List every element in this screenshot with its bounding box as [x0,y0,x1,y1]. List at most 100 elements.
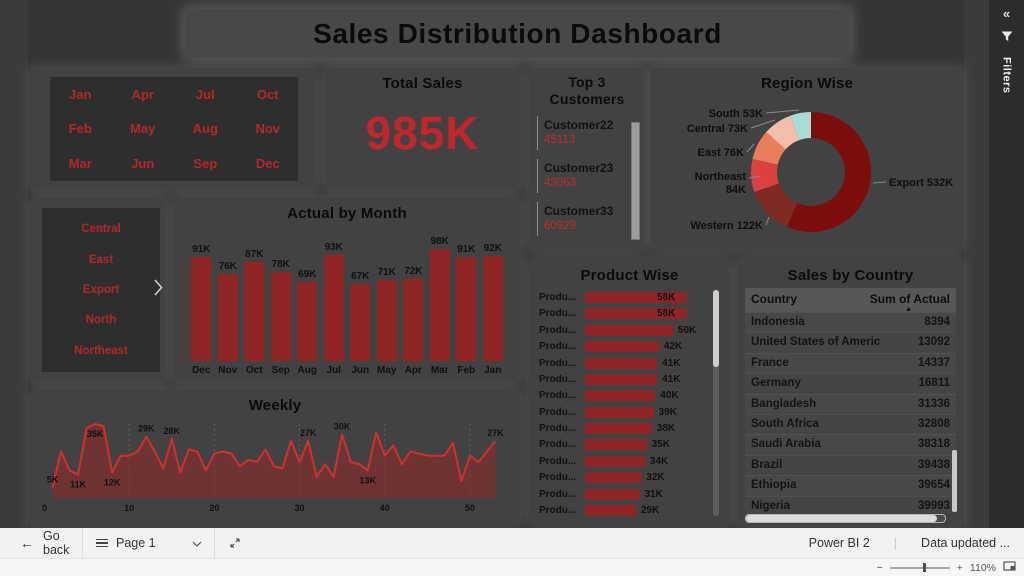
bar[interactable] [297,282,317,361]
table-vertical-scrollbar[interactable] [952,450,957,512]
expand-pane-icon[interactable]: « [1003,6,1010,21]
donut-label-western: Western 122K [690,220,763,232]
filters-pane-label[interactable]: Filters [1001,57,1013,94]
bar-category-label: Mar [431,365,449,376]
region-slicer-item[interactable]: Northeast [74,345,128,357]
month-slicer-item[interactable]: Apr [113,77,174,112]
table-row[interactable]: Brazil39438 [745,455,956,475]
scrollbar-thumb[interactable] [746,515,937,522]
table-row[interactable]: Indonesia8394 [745,312,956,332]
bar[interactable] [244,262,264,361]
total-sales-title: Total Sales [325,68,520,92]
region-wise-title: Region Wise [651,68,963,92]
product-category-label: Produ... [539,456,585,467]
bar[interactable] [585,341,659,352]
page-list-icon [96,539,108,548]
bar[interactable] [377,280,397,361]
table-row[interactable]: Nigeria39993 [745,496,956,513]
country-cell: Ethiopia [751,476,880,495]
table-row[interactable]: France14337 [745,353,956,373]
bar[interactable] [191,257,211,361]
month-slicer-item[interactable]: May [113,112,174,147]
bar-category-label: Feb [457,365,475,376]
bar[interactable] [271,272,291,361]
zoom-slider[interactable] [890,567,950,569]
scrollbar-thumb[interactable] [713,290,719,367]
table-horizontal-scrollbar[interactable] [745,514,946,523]
table-row[interactable]: Germany16811 [745,373,956,393]
month-slicer-item[interactable]: Jul [175,77,236,112]
product-bar-row: Produ...41K [539,356,704,371]
zoom-out-button[interactable]: − [877,562,883,574]
month-slicer-item[interactable]: Dec [238,146,299,181]
column-header-sum-of-actual[interactable]: Sum of Actual [858,292,950,306]
zoom-slider-thumb[interactable] [923,563,926,572]
month-slicer-item[interactable]: Mar [50,146,111,181]
bar[interactable] [585,358,657,369]
bar[interactable] [324,255,344,361]
table-row[interactable]: South Africa32808 [745,414,956,434]
customer-list-item[interactable]: Customer2245113 [537,116,629,150]
month-slicer-item[interactable]: Nov [238,112,299,147]
bar[interactable] [456,257,476,361]
table-row[interactable]: Ethiopia39654 [745,475,956,495]
chevron-right-icon[interactable] [153,278,164,302]
fit-to-screen-icon[interactable] [215,537,255,549]
region-slicer-item[interactable]: Export [83,284,119,296]
product-category-label: Produ... [539,489,585,500]
value-cell: 14337 [880,354,950,373]
bar[interactable] [585,374,657,385]
bar[interactable] [585,439,647,450]
product-category-label: Produ... [539,439,585,450]
bar[interactable] [430,249,450,361]
month-slicer-item[interactable]: Feb [50,112,111,147]
month-slicer-item[interactable]: Jan [50,77,111,112]
page-selector[interactable]: Page 1 [83,536,214,550]
region-slicer-item[interactable]: Central [81,223,121,235]
scrollbar-thumb[interactable] [632,123,639,239]
bar[interactable] [585,407,654,418]
country-cell: Saudi Arabia [751,435,880,454]
bar[interactable] [585,489,640,500]
bar[interactable] [483,256,503,361]
table-row[interactable]: United States of America13092 [745,332,956,352]
value-cell: 16811 [880,374,950,393]
bar[interactable] [585,456,645,467]
weekly-point-label: 27K [300,428,317,438]
bar[interactable] [585,325,673,336]
month-slicer-item[interactable]: Jun [113,146,174,181]
bar[interactable] [350,284,370,361]
bar[interactable] [403,279,423,361]
region-slicer-item[interactable]: North [86,314,117,326]
bar[interactable] [585,423,652,434]
go-back-button[interactable]: ← Go back [0,529,82,557]
bar[interactable] [585,472,641,483]
column-header-country[interactable]: Country [751,292,858,306]
filter-funnel-icon[interactable] [1001,29,1013,47]
zoom-in-button[interactable]: + [957,562,963,574]
bar-value-label: 50K [678,325,696,336]
month-slicer-item[interactable]: Aug [175,112,236,147]
value-cell: 39993 [880,497,950,513]
bar-value-label: 87K [245,249,263,260]
bar[interactable] [585,390,655,401]
region-slicer-item[interactable]: East [89,254,113,266]
product-bar-row: Produ...41K [539,372,704,387]
sort-asc-icon[interactable]: ▲ [905,306,912,313]
bar[interactable] [218,274,238,361]
table-row[interactable]: Bangladesh31336 [745,394,956,414]
table-row[interactable]: Saudi Arabia38318 [745,434,956,454]
bar-value-label: 31K [645,489,663,500]
bar[interactable] [585,505,636,516]
product-wise-scrollbar[interactable] [713,290,719,516]
customer-list-item[interactable]: Customer3360929 [537,202,629,236]
month-slicer-item[interactable]: Oct [238,77,299,112]
customer-list-item[interactable]: Customer2343063 [537,159,629,193]
country-table: Country Sum of Actual ▲ Indonesia8394Uni… [745,288,956,513]
fit-to-page-icon[interactable] [1003,561,1016,574]
zoom-level: 110% [970,562,996,574]
month-slicer-item[interactable]: Sep [175,146,236,181]
country-cell: France [751,354,880,373]
top-customers-scrollbar[interactable] [631,122,640,240]
data-updated-label[interactable]: Data updated ... [921,536,1010,550]
